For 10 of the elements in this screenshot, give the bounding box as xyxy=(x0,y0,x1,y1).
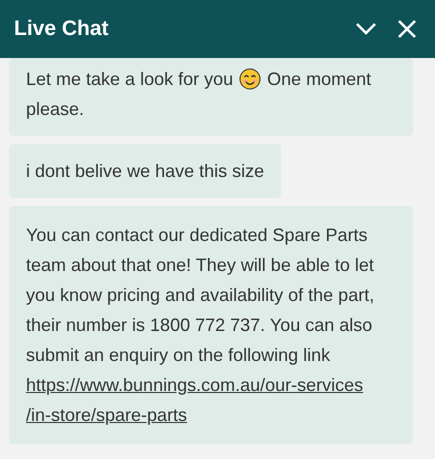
message-text: One moment xyxy=(267,68,372,91)
message-text: i dont belive we have this size xyxy=(26,161,264,181)
smiley-icon xyxy=(239,68,262,90)
chat-title: Live Chat xyxy=(14,16,109,42)
link[interactable]: https://www.bunnings.com.au/our-services xyxy=(26,370,364,400)
message-text: Let me take a look for you xyxy=(26,68,234,91)
link[interactable]: /in-store/spare-parts xyxy=(26,400,188,430)
close-icon[interactable] xyxy=(397,19,417,39)
minimize-icon[interactable] xyxy=(355,22,377,36)
message-text: please. xyxy=(26,98,84,121)
